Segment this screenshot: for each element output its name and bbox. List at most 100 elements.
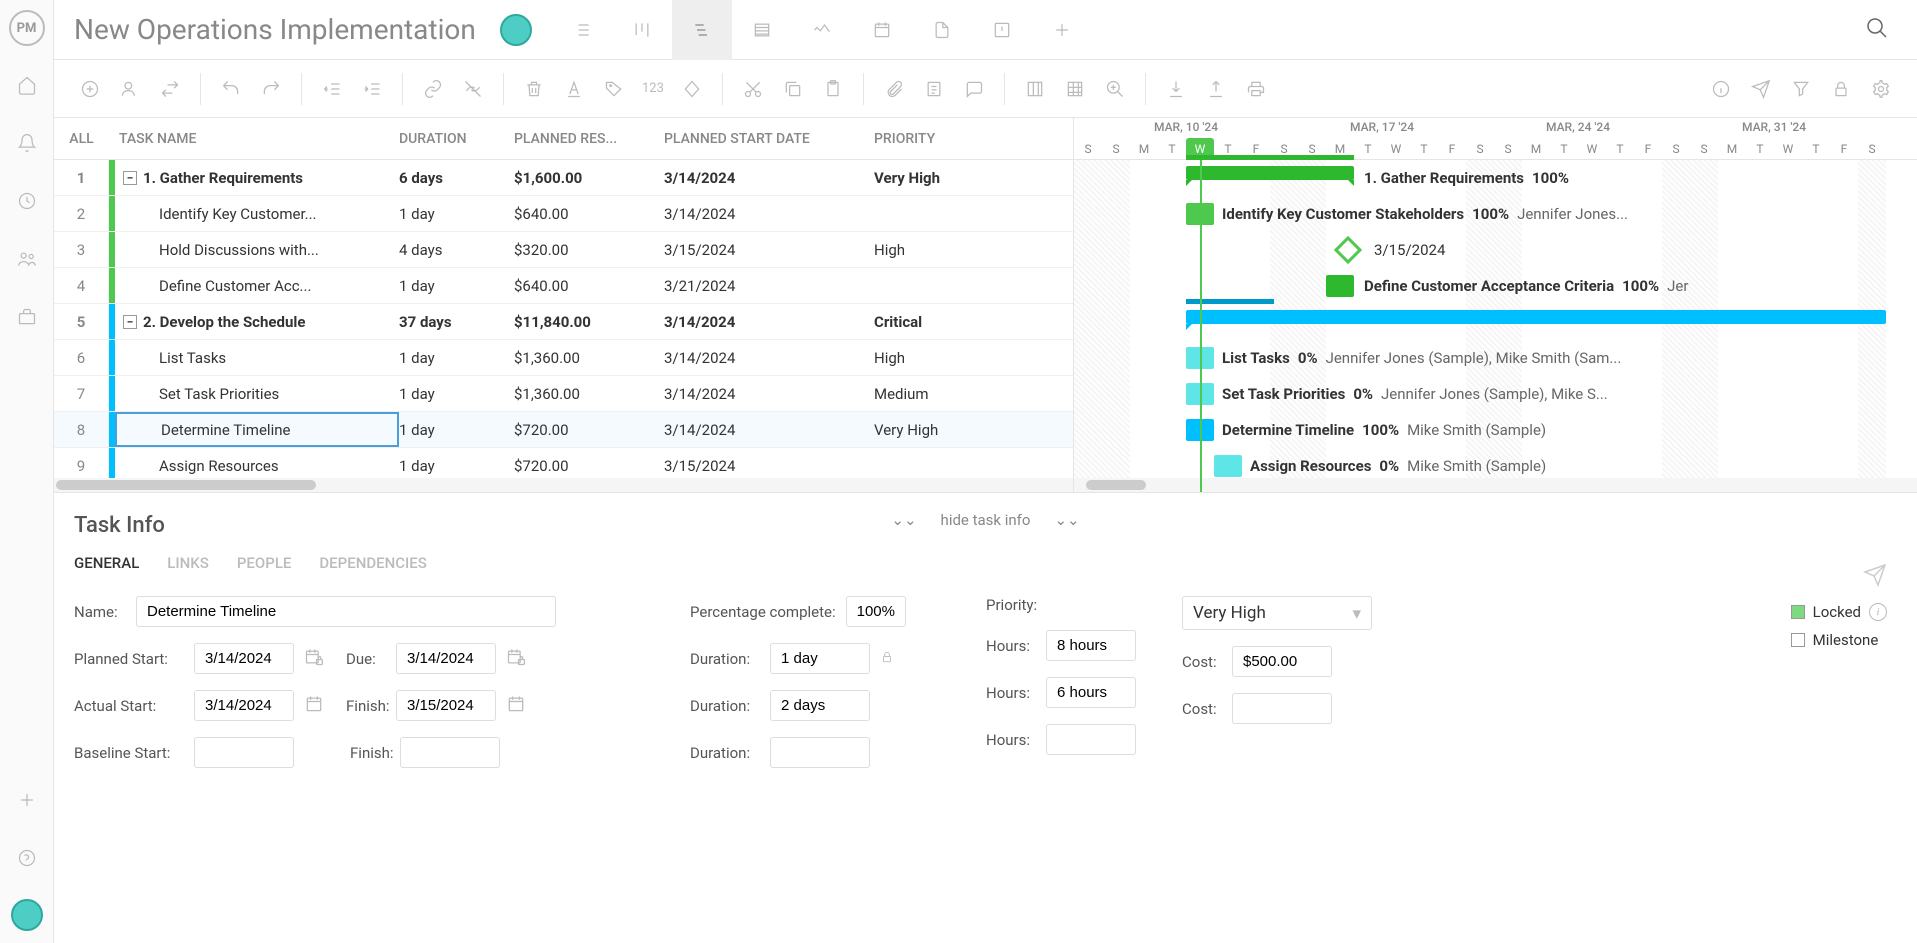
priority-select[interactable]: Very High [1182, 596, 1372, 630]
task-name-cell[interactable]: List Tasks [115, 340, 399, 375]
resource-cell[interactable]: $640.00 [514, 205, 664, 223]
a-duration-field[interactable] [770, 690, 870, 721]
redo-icon[interactable] [255, 73, 287, 105]
resource-cell[interactable]: $720.00 [514, 457, 664, 475]
finish-field[interactable] [396, 690, 496, 721]
actual-start-field[interactable] [194, 690, 294, 721]
view-calendar-icon[interactable] [852, 0, 912, 60]
team-icon[interactable] [6, 238, 48, 280]
task-name-cell[interactable]: Hold Discussions with... [115, 232, 399, 267]
duration-cell[interactable]: 37 days [399, 313, 514, 331]
b-hours-field[interactable] [1046, 724, 1136, 755]
view-board-icon[interactable] [612, 0, 672, 60]
view-gantt-icon[interactable] [672, 0, 732, 60]
columns-icon[interactable] [1019, 73, 1051, 105]
logo-pm[interactable]: PM [9, 10, 45, 46]
view-risk-icon[interactable] [972, 0, 1032, 60]
table-row[interactable]: 4 Define Customer Acc... 1 day $640.00 3… [54, 268, 1073, 304]
tag-icon[interactable] [598, 73, 630, 105]
priority-cell[interactable]: Medium [874, 385, 994, 403]
help-icon[interactable] [6, 837, 48, 879]
task-info-collapse[interactable]: ⌄⌄ hide task info ⌄⌄ [891, 511, 1079, 529]
attachment-icon[interactable] [878, 73, 910, 105]
hide-task-info-label[interactable]: hide task info [941, 511, 1031, 529]
duration-cell[interactable]: 1 day [399, 349, 514, 367]
pct-field[interactable] [846, 596, 906, 627]
start-cell[interactable]: 3/14/2024 [664, 385, 874, 403]
gantt-body[interactable]: 1. Gather Requirements 100%Identify Key … [1074, 160, 1917, 492]
home-icon[interactable] [6, 64, 48, 106]
info-small-icon[interactable]: i [1869, 603, 1887, 621]
resource-cell[interactable]: $1,360.00 [514, 349, 664, 367]
unlink-icon[interactable] [457, 73, 489, 105]
outdent-icon[interactable] [316, 73, 348, 105]
p-hours-field[interactable] [1046, 630, 1136, 661]
table-row[interactable]: 6 List Tasks 1 day $1,360.00 3/14/2024 H… [54, 340, 1073, 376]
milestone-icon[interactable] [676, 73, 708, 105]
start-cell[interactable]: 3/14/2024 [664, 313, 874, 331]
calendar-icon[interactable] [506, 694, 526, 718]
delete-icon[interactable] [518, 73, 550, 105]
user-avatar[interactable] [11, 899, 43, 931]
gantt-bar[interactable] [1214, 455, 1242, 477]
recent-icon[interactable] [6, 180, 48, 222]
baseline-start-field[interactable] [194, 737, 294, 768]
add-icon[interactable] [6, 779, 48, 821]
export-icon[interactable] [1200, 73, 1232, 105]
view-sheet-icon[interactable] [732, 0, 792, 60]
col-start[interactable]: PLANNED START DATE [664, 131, 874, 147]
resource-cell[interactable]: $1,360.00 [514, 385, 664, 403]
import-icon[interactable] [1160, 73, 1192, 105]
table-row[interactable]: 1 −1. Gather Requirements 6 days $1,600.… [54, 160, 1073, 196]
priority-cell[interactable]: High [874, 241, 994, 259]
start-cell[interactable]: 3/14/2024 [664, 205, 874, 223]
task-name-cell[interactable]: Set Task Priorities [115, 376, 399, 411]
priority-cell[interactable]: Critical [874, 313, 994, 331]
notes-icon[interactable] [918, 73, 950, 105]
priority-cell[interactable]: Very High [874, 169, 994, 187]
collapse-toggle[interactable]: − [123, 315, 137, 329]
start-cell[interactable]: 3/14/2024 [664, 421, 874, 439]
milestone-diamond[interactable] [1334, 236, 1362, 264]
swap-icon[interactable] [154, 73, 186, 105]
b-duration-field[interactable] [770, 737, 870, 768]
print-icon[interactable] [1240, 73, 1272, 105]
duration-cell[interactable]: 1 day [399, 457, 514, 475]
priority-cell[interactable]: Very High [874, 421, 994, 439]
p-cost-field[interactable] [1232, 646, 1332, 677]
calendar-lock-icon[interactable] [304, 647, 324, 671]
duration-cell[interactable]: 1 day [399, 277, 514, 295]
undo-icon[interactable] [215, 73, 247, 105]
table-row[interactable]: 5 −2. Develop the Schedule 37 days $11,8… [54, 304, 1073, 340]
due-field[interactable] [396, 643, 496, 674]
duration-cell[interactable]: 1 day [399, 205, 514, 223]
copy-icon[interactable] [777, 73, 809, 105]
chevron-down-icon[interactable]: ⌄⌄ [1054, 511, 1079, 529]
paste-icon[interactable] [817, 73, 849, 105]
a-hours-field[interactable] [1046, 677, 1136, 708]
resource-cell[interactable]: $720.00 [514, 421, 664, 439]
task-name-cell[interactable]: Define Customer Acc... [115, 268, 399, 303]
gantt-bar[interactable] [1186, 166, 1354, 180]
filter-icon[interactable] [1785, 73, 1817, 105]
col-name[interactable]: TASK NAME [109, 131, 399, 147]
lock-icon[interactable] [1825, 73, 1857, 105]
settings-icon[interactable] [1865, 73, 1897, 105]
table-row[interactable]: 3 Hold Discussions with... 4 days $320.0… [54, 232, 1073, 268]
view-file-icon[interactable] [912, 0, 972, 60]
planned-start-field[interactable] [194, 643, 294, 674]
start-cell[interactable]: 3/14/2024 [664, 349, 874, 367]
calendar-icon[interactable] [304, 694, 324, 718]
info-icon[interactable] [1705, 73, 1737, 105]
task-name-cell[interactable]: −1. Gather Requirements [115, 160, 399, 195]
table-row[interactable]: 7 Set Task Priorities 1 day $1,360.00 3/… [54, 376, 1073, 412]
start-cell[interactable]: 3/15/2024 [664, 457, 874, 475]
gantt-bar[interactable] [1326, 275, 1354, 297]
project-avatar[interactable] [500, 14, 532, 46]
start-cell[interactable]: 3/14/2024 [664, 169, 874, 187]
indent-icon[interactable] [356, 73, 388, 105]
assign-icon[interactable] [114, 73, 146, 105]
grid-icon[interactable] [1059, 73, 1091, 105]
table-row[interactable]: 8 Determine Timeline 1 day $720.00 3/14/… [54, 412, 1073, 448]
resource-cell[interactable]: $1,600.00 [514, 169, 664, 187]
